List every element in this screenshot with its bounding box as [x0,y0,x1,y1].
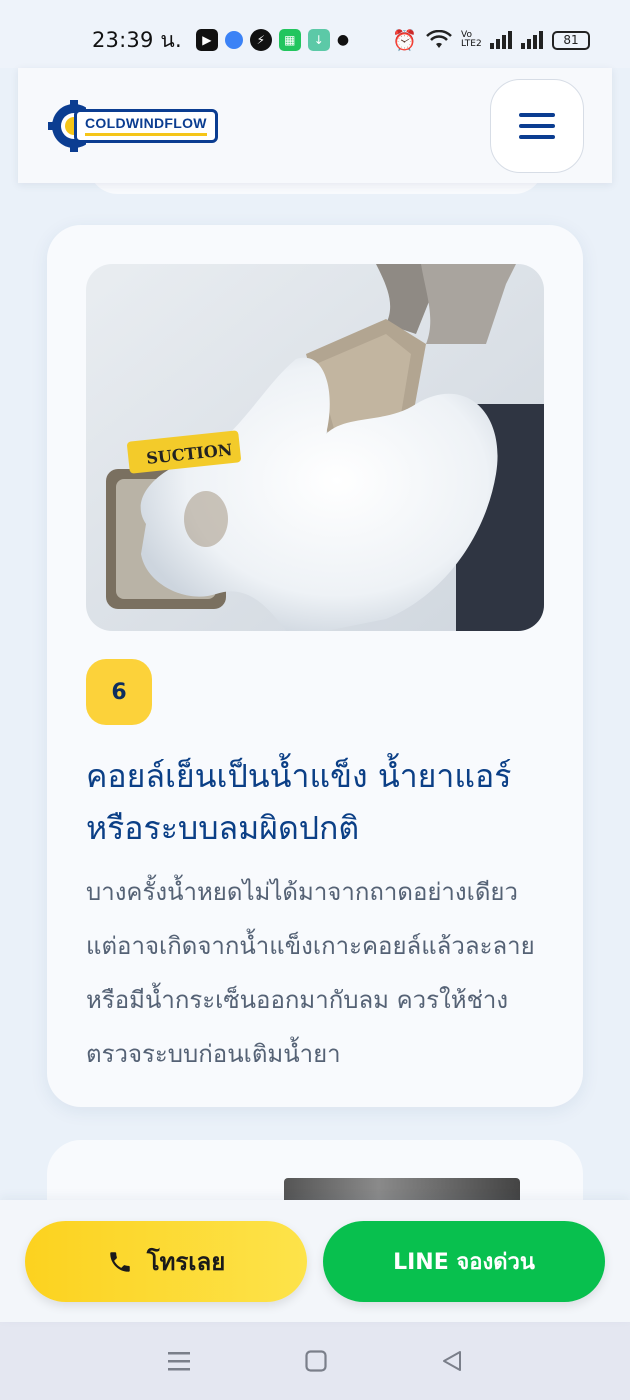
browser-app-icon [224,31,243,49]
hamburger-icon-line [519,123,555,128]
signal-2-icon [521,31,543,49]
wifi-icon [426,30,452,48]
alarm-icon: ⏰ [392,28,417,52]
dot-icon: ● [336,32,350,48]
home-icon[interactable] [304,1349,328,1373]
signal-1-icon [490,31,512,49]
recent-apps-icon[interactable] [166,1349,192,1373]
volte-icon: Vo LTE2 [461,30,482,49]
status-time: 23:39 น. [92,27,182,52]
frozen-coil-image: SUCTION [86,264,544,631]
line-booking-button[interactable]: LINE จองด่วน [323,1221,605,1302]
messenger-icon: ⚡ [249,29,272,51]
call-button[interactable]: โทรเลย [25,1221,307,1302]
notification-icons: ▶ ⚡ ▦ ↓ ● [195,29,350,51]
battery-icon: 81 [552,30,590,50]
card-description: บางครั้งน้ำหยดไม่ได้มาจากถาดอย่างเดียว แ… [86,878,535,1068]
problem-card: SUCTION 6 คอยล์เย็นเป็นน้ำแข็ง น้ำยาแอร์… [47,225,583,1107]
site-header: COLDWINDFLOW [18,68,612,183]
status-bar: 23:39 น. ▶ ⚡ ▦ ↓ ● ⏰ Vo LTE2 81 [0,0,630,68]
card-title: คอยล์เย็นเป็นน้ำแข็ง น้ำยาแอร์หรือระบบลม… [86,757,512,847]
hamburger-icon-line [519,134,555,139]
download-icon: ↓ [307,29,330,51]
logo[interactable]: COLDWINDFLOW [46,98,218,154]
green-app-icon: ▦ [278,29,301,51]
logo-wordmark: COLDWINDFLOW [74,108,218,143]
logo-text: COLDWINDFLOW [85,114,207,131]
line-button-label: LINE จองด่วน [393,1250,535,1275]
logo-underline [85,132,207,136]
call-button-label: โทรเลย [146,1248,226,1276]
phone-icon [109,1251,130,1272]
menu-button[interactable] [490,78,584,173]
video-app-icon: ▶ [195,29,218,51]
cta-bar: โทรเลย LINE จองด่วน [0,1200,630,1322]
hamburger-icon-line [519,112,555,117]
system-nav-bar [0,1322,630,1400]
status-right: ⏰ Vo LTE2 81 [392,28,590,52]
frozen-coil-photo: SUCTION [86,264,544,631]
step-number-badge: 6 [86,659,152,725]
back-icon[interactable] [440,1349,464,1373]
